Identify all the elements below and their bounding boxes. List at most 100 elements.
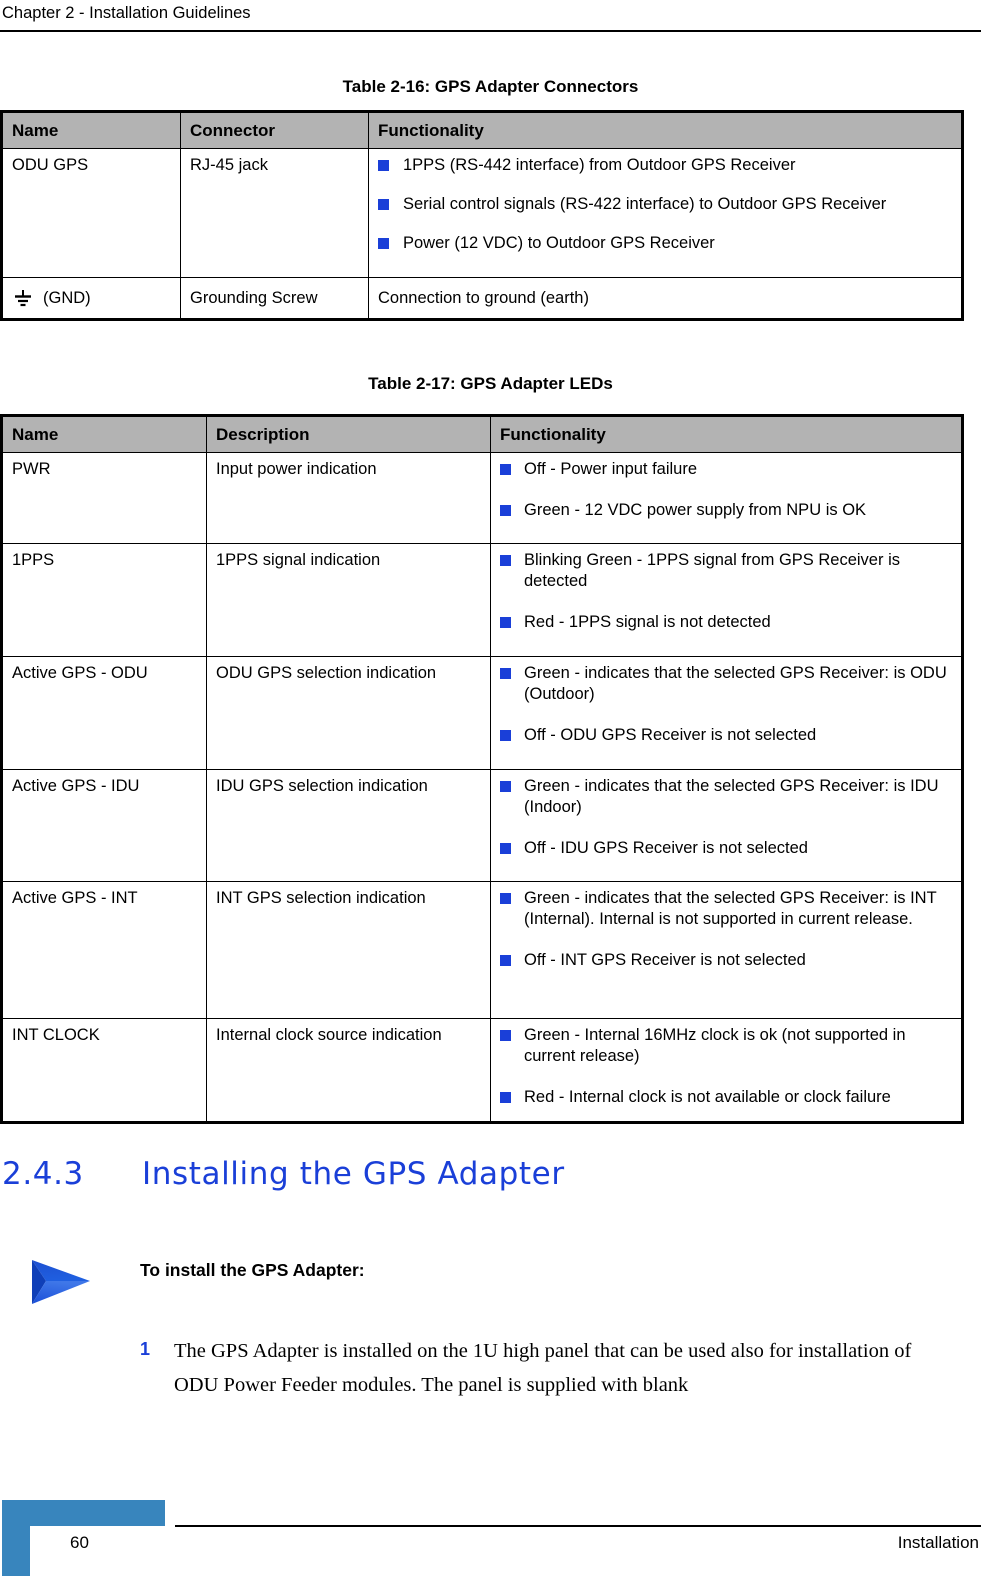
table-header-row: Name Connector Functionality xyxy=(2,112,962,149)
cell-name: Active GPS - ODU xyxy=(2,656,207,770)
cell-name: ODU GPS xyxy=(2,148,181,278)
column-header-functionality: Functionality xyxy=(368,112,962,149)
cell-description: INT GPS selection indication xyxy=(206,881,491,1019)
step-number: 1 xyxy=(140,1339,151,1359)
blue-square-bullet-icon xyxy=(500,781,511,792)
procedure-step: 1 The GPS Adapter is installed on the 1U… xyxy=(140,1334,960,1402)
footer-label: Installation xyxy=(897,1533,979,1552)
blue-square-bullet-icon xyxy=(500,1092,511,1103)
cell-name: PWR xyxy=(2,452,207,544)
list-item: Blinking Green - 1PPS signal from GPS Re… xyxy=(500,550,953,592)
blue-square-bullet-icon xyxy=(500,843,511,854)
table-row: Active GPS - INT INT GPS selection indic… xyxy=(2,881,962,1019)
table-row: PWR Input power indication Off - Power i… xyxy=(2,452,962,544)
list-item-text: 1PPS (RS-442 interface) from Outdoor GPS… xyxy=(403,156,796,174)
cell-functionality: Green - Internal 16MHz clock is ok (not … xyxy=(490,1018,962,1122)
list-item: Off - IDU GPS Receiver is not selected xyxy=(500,838,953,859)
list-item-text: Green - indicates that the selected GPS … xyxy=(524,664,947,703)
footer-corner-graphic-vertical xyxy=(2,1500,30,1576)
blue-arrow-icon xyxy=(32,1260,90,1304)
footer-rule xyxy=(175,1525,981,1527)
list-item: Green - indicates that the selected GPS … xyxy=(500,776,953,818)
list-item: Red - Internal clock is not available or… xyxy=(500,1087,953,1108)
blue-square-bullet-icon xyxy=(500,893,511,904)
header-rule xyxy=(0,30,981,32)
cell-functionality: 1PPS (RS-442 interface) from Outdoor GPS… xyxy=(368,148,962,278)
procedure-title: To install the GPS Adapter: xyxy=(140,1260,365,1280)
list-item: Off - INT GPS Receiver is not selected xyxy=(500,950,953,971)
list-item: Off - ODU GPS Receiver is not selected xyxy=(500,725,953,746)
list-item-text: Off - INT GPS Receiver is not selected xyxy=(524,951,806,969)
functionality-list: Green - Internal 16MHz clock is ok (not … xyxy=(500,1025,953,1108)
functionality-list: Off - Power input failure Green - 12 VDC… xyxy=(500,459,953,521)
table-row: INT CLOCK Internal clock source indicati… xyxy=(2,1018,962,1122)
column-header-name: Name xyxy=(2,416,207,453)
cell-connector: RJ-45 jack xyxy=(180,148,369,278)
list-item: Off - Power input failure xyxy=(500,459,953,480)
cell-name: INT CLOCK xyxy=(2,1018,207,1122)
cell-name-text: (GND) xyxy=(43,288,91,307)
column-header-description: Description xyxy=(206,416,491,453)
cell-description: Internal clock source indication xyxy=(206,1018,491,1122)
list-item-text: Off - IDU GPS Receiver is not selected xyxy=(524,839,808,857)
column-header-functionality: Functionality xyxy=(490,416,962,453)
blue-square-bullet-icon xyxy=(500,730,511,741)
cell-functionality: Off - Power input failure Green - 12 VDC… xyxy=(490,452,962,544)
table-row: Active GPS - ODU ODU GPS selection indic… xyxy=(2,656,962,770)
blue-square-bullet-icon xyxy=(500,505,511,516)
blue-square-bullet-icon xyxy=(500,464,511,475)
list-item-text: Green - indicates that the selected GPS … xyxy=(524,777,939,816)
functionality-list: Blinking Green - 1PPS signal from GPS Re… xyxy=(500,550,953,633)
list-item: Green - 12 VDC power supply from NPU is … xyxy=(500,500,953,521)
cell-name: Active GPS - IDU xyxy=(2,769,207,882)
table-2-17-caption: Table 2-17: GPS Adapter LEDs xyxy=(368,374,613,393)
blue-square-bullet-icon xyxy=(500,1030,511,1041)
table-header-row: Name Description Functionality xyxy=(2,416,962,453)
blue-square-bullet-icon xyxy=(500,955,511,966)
column-header-name: Name xyxy=(2,112,181,149)
list-item: Green - indicates that the selected GPS … xyxy=(500,888,953,930)
list-item: Serial control signals (RS-422 interface… xyxy=(378,194,953,215)
cell-connector: Grounding Screw xyxy=(180,277,369,319)
list-item: Green - Internal 16MHz clock is ok (not … xyxy=(500,1025,953,1067)
list-item-text: Off - ODU GPS Receiver is not selected xyxy=(524,726,817,744)
blue-square-bullet-icon xyxy=(500,555,511,566)
cell-functionality: Green - indicates that the selected GPS … xyxy=(490,656,962,770)
table-row: ODU GPS RJ-45 jack 1PPS (RS-442 interfac… xyxy=(2,148,962,278)
table-row: 1PPS 1PPS signal indication Blinking Gre… xyxy=(2,543,962,657)
cell-functionality: Blinking Green - 1PPS signal from GPS Re… xyxy=(490,543,962,657)
cell-description: 1PPS signal indication xyxy=(206,543,491,657)
table-gps-adapter-leds: Name Description Functionality PWR Input… xyxy=(0,414,964,1124)
list-item: Power (12 VDC) to Outdoor GPS Receiver xyxy=(378,233,953,254)
list-item-text: Red - 1PPS signal is not detected xyxy=(524,613,771,631)
list-item-text: Off - Power input failure xyxy=(524,460,698,478)
cell-name: (GND) xyxy=(2,277,181,319)
cell-functionality: Connection to ground (earth) xyxy=(368,277,962,319)
list-item-text: Serial control signals (RS-422 interface… xyxy=(403,195,887,213)
list-item: Red - 1PPS signal is not detected xyxy=(500,612,953,633)
cell-name: 1PPS xyxy=(2,543,207,657)
table-gps-adapter-connectors: Name Connector Functionality ODU GPS RJ-… xyxy=(0,110,964,321)
functionality-list: Green - indicates that the selected GPS … xyxy=(500,776,953,859)
list-item: Green - indicates that the selected GPS … xyxy=(500,663,953,705)
functionality-list: Green - indicates that the selected GPS … xyxy=(500,663,953,746)
list-item-text: Green - indicates that the selected GPS … xyxy=(524,889,937,928)
functionality-list: Green - indicates that the selected GPS … xyxy=(500,888,953,971)
table-2-16-caption: Table 2-16: GPS Adapter Connectors xyxy=(342,77,639,96)
list-item-text: Green - 12 VDC power supply from NPU is … xyxy=(524,501,867,519)
list-item-text: Red - Internal clock is not available or… xyxy=(524,1088,891,1106)
blue-square-bullet-icon xyxy=(378,160,389,171)
list-item-text: Blinking Green - 1PPS signal from GPS Re… xyxy=(524,551,900,590)
list-item-text: Green - Internal 16MHz clock is ok (not … xyxy=(524,1026,906,1065)
cell-functionality: Green - indicates that the selected GPS … xyxy=(490,769,962,882)
earth-ground-icon xyxy=(15,290,31,307)
cell-name: Active GPS - INT xyxy=(2,881,207,1019)
cell-description: ODU GPS selection indication xyxy=(206,656,491,770)
cell-description: Input power indication xyxy=(206,452,491,544)
table-row: Active GPS - IDU IDU GPS selection indic… xyxy=(2,769,962,882)
page-number: 60 xyxy=(70,1533,89,1552)
section-number: 2.4.3 xyxy=(2,1156,84,1192)
list-item-text: Power (12 VDC) to Outdoor GPS Receiver xyxy=(403,234,715,252)
cell-functionality: Green - indicates that the selected GPS … xyxy=(490,881,962,1019)
blue-square-bullet-icon xyxy=(378,199,389,210)
